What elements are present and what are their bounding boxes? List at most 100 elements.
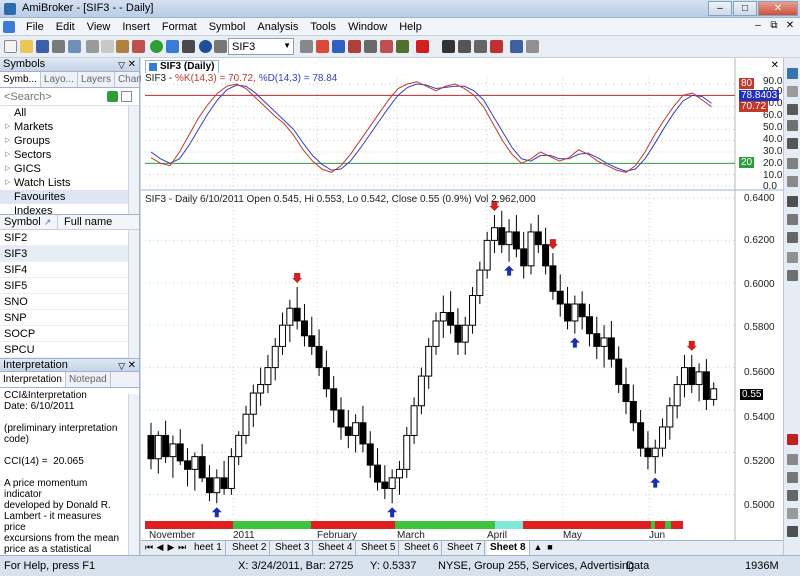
- next-sheet-icon[interactable]: ▶: [166, 542, 176, 553]
- list-item[interactable]: SIF4: [0, 262, 128, 278]
- menu-window[interactable]: Window: [342, 20, 393, 34]
- tab-layouts[interactable]: Layo...: [41, 72, 78, 87]
- tree-item-gics[interactable]: ▷ GICS: [0, 162, 139, 176]
- list-item[interactable]: SPCU: [0, 342, 128, 358]
- line-icon[interactable]: [787, 104, 798, 115]
- paste-icon[interactable]: [116, 40, 129, 53]
- ellipse-icon[interactable]: [787, 270, 798, 281]
- interpretation-scrollbar[interactable]: [128, 394, 139, 555]
- tree-item-indexes[interactable]: Indexes: [0, 204, 139, 218]
- document-icon[interactable]: [3, 21, 15, 33]
- lock-icon[interactable]: ▲: [533, 542, 543, 552]
- tab-sheet-4[interactable]: Sheet 4: [315, 541, 357, 555]
- copy-icon[interactable]: [101, 40, 114, 53]
- last-sheet-icon[interactable]: ⏭: [177, 542, 187, 553]
- delete-icon[interactable]: [132, 40, 145, 53]
- chart-icon[interactable]: [166, 40, 179, 53]
- tree-item-sectors[interactable]: ▷ Sectors: [0, 148, 139, 162]
- tab-interpretation[interactable]: Interpretation: [0, 372, 66, 387]
- bar-chart-icon[interactable]: [332, 40, 345, 53]
- tree-item-groups[interactable]: ▷ Groups: [0, 134, 139, 148]
- pan-icon[interactable]: [787, 120, 798, 131]
- eraser-icon[interactable]: [787, 508, 798, 519]
- fibonacci-icon[interactable]: [510, 40, 523, 53]
- tree-item-watch-lists[interactable]: ▷ Watch Lists: [0, 176, 139, 190]
- text-icon[interactable]: [787, 176, 798, 187]
- expand-icon[interactable]: ▷: [5, 120, 10, 134]
- properties-icon[interactable]: [526, 40, 539, 53]
- pin-icon[interactable]: ▽: [118, 59, 125, 72]
- tree-item-favourites[interactable]: Favourites: [0, 190, 139, 204]
- list-item[interactable]: SIF2: [0, 230, 128, 246]
- minimize-button[interactable]: –: [708, 1, 732, 16]
- arrow-tool-icon[interactable]: [787, 434, 798, 445]
- print-preview-icon[interactable]: [68, 40, 81, 53]
- menu-format[interactable]: Format: [156, 20, 203, 34]
- pen-color-icon[interactable]: [416, 40, 429, 53]
- tab-sheet-6[interactable]: Sheet 6: [401, 541, 443, 555]
- tab-sheet-5[interactable]: Sheet 5: [358, 541, 400, 555]
- pin-icon[interactable]: ▽: [118, 360, 125, 373]
- search-input[interactable]: [2, 90, 102, 104]
- scroll-icon[interactable]: [214, 40, 227, 53]
- fib-icon[interactable]: [787, 158, 798, 169]
- go-arrow-icon[interactable]: [107, 91, 118, 102]
- tree-item-all[interactable]: All: [0, 106, 139, 120]
- list-item[interactable]: SIF5: [0, 278, 128, 294]
- clear-search-icon[interactable]: [121, 91, 132, 102]
- trend-icon[interactable]: [787, 490, 798, 501]
- menu-analysis[interactable]: Analysis: [251, 20, 304, 34]
- zoom-icon[interactable]: [348, 40, 361, 53]
- list-item[interactable]: SNO: [0, 294, 128, 310]
- tab-sheet-8[interactable]: Sheet 8: [487, 541, 530, 555]
- mdi-minimize-button[interactable]: –: [751, 20, 765, 33]
- tab-notepad[interactable]: Notepad: [66, 372, 111, 387]
- cut-icon[interactable]: [86, 40, 99, 53]
- expand-icon[interactable]: ▷: [5, 134, 10, 148]
- symbol-list-scrollbar[interactable]: [128, 230, 139, 358]
- menu-view[interactable]: View: [81, 20, 117, 34]
- list-item[interactable]: SNP: [0, 310, 128, 326]
- close-button[interactable]: ✕: [758, 1, 798, 16]
- symbol-combo[interactable]: SIF3 ▼: [228, 38, 294, 55]
- list-item[interactable]: SOCP: [0, 326, 128, 342]
- menu-file[interactable]: File: [20, 20, 50, 34]
- sheet-menu-icon[interactable]: ■: [545, 542, 555, 552]
- refresh-icon[interactable]: [150, 40, 163, 53]
- zoom-in-icon[interactable]: [787, 138, 798, 149]
- tab-layers[interactable]: Layers: [78, 72, 115, 87]
- tab-sheet-1[interactable]: heet 1: [191, 541, 226, 555]
- cursor-icon[interactable]: [787, 68, 798, 79]
- prev-sheet-icon[interactable]: ◀: [155, 542, 165, 553]
- previous-symbol-icon[interactable]: [300, 40, 313, 53]
- menu-edit[interactable]: Edit: [50, 20, 81, 34]
- mdi-close-button[interactable]: ✕: [783, 20, 797, 33]
- pencil-icon[interactable]: [787, 454, 798, 465]
- menu-symbol[interactable]: Symbol: [203, 20, 252, 34]
- tab-sheet-2[interactable]: Sheet 2: [229, 541, 271, 555]
- print-icon[interactable]: [52, 40, 65, 53]
- menu-insert[interactable]: Insert: [116, 20, 156, 34]
- tab-symbols[interactable]: Symb...: [0, 72, 41, 87]
- save-icon[interactable]: [36, 40, 49, 53]
- chart-canvas[interactable]: [141, 58, 783, 540]
- expand-icon[interactable]: ▷: [5, 148, 10, 162]
- grid-icon[interactable]: [396, 40, 409, 53]
- menu-tools[interactable]: Tools: [304, 20, 342, 34]
- rectangle-icon[interactable]: [787, 252, 798, 263]
- quote-icon[interactable]: [182, 40, 195, 53]
- tools-icon[interactable]: [364, 40, 377, 53]
- tab-sheet-3[interactable]: Sheet 3: [272, 541, 314, 555]
- info-icon[interactable]: [199, 40, 212, 53]
- draw-ray-icon[interactable]: [458, 40, 471, 53]
- draw-line-icon[interactable]: [442, 40, 455, 53]
- marker-icon[interactable]: [787, 526, 798, 537]
- channel-icon[interactable]: [787, 196, 798, 207]
- mdi-restore-button[interactable]: ⧉: [767, 20, 781, 33]
- ray-icon[interactable]: [787, 472, 798, 483]
- list-item[interactable]: SIF3: [0, 246, 128, 262]
- expand-icon[interactable]: ▷: [5, 162, 10, 176]
- tree-item-markets[interactable]: ▷ Markets: [0, 120, 139, 134]
- maximize-button[interactable]: □: [733, 1, 757, 16]
- expand-icon[interactable]: ▷: [5, 176, 10, 190]
